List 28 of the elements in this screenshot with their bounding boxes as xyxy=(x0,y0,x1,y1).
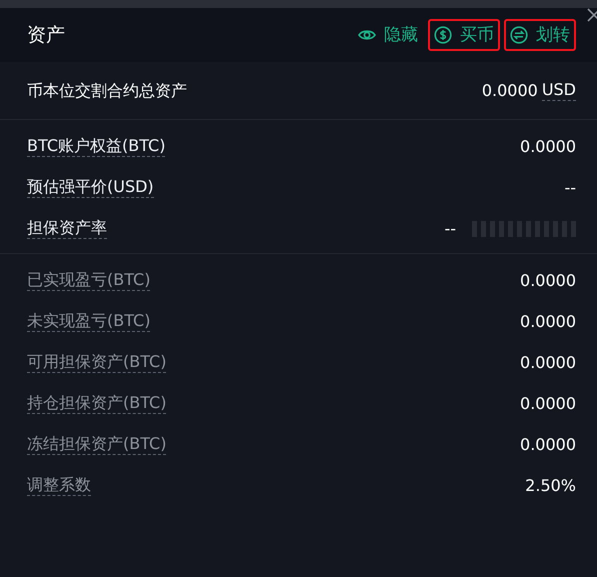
field-value: 0.0000 xyxy=(520,136,576,158)
field-label: BTC账户权益(BTC) xyxy=(27,136,166,158)
action-link[interactable]: 隐藏 xyxy=(352,18,424,52)
field-value: -- xyxy=(564,176,576,198)
dollar-coin-icon xyxy=(434,26,452,44)
unit-selector[interactable]: USD xyxy=(542,80,576,102)
field-label: 冻结担保资产(BTC) xyxy=(27,434,166,456)
field-label: 可用担保资产(BTC) xyxy=(27,352,166,374)
total-label: 币本位交割合约总资产 xyxy=(27,80,187,102)
field-label: 未实现盈亏(BTC) xyxy=(27,310,150,332)
field-value: 0.0000 xyxy=(520,352,576,374)
field-label: 预估强平价(USD) xyxy=(27,176,154,198)
field-value: 0.0000 xyxy=(520,310,576,332)
field-label: 持仓担保资产(BTC) xyxy=(27,392,166,414)
field-label: 已实现盈亏(BTC) xyxy=(27,270,150,292)
field-value: 0.0000 xyxy=(520,270,576,292)
close-icon[interactable] xyxy=(587,8,597,22)
action-link[interactable]: 买币 xyxy=(428,18,500,52)
field-value: 0.0000 xyxy=(520,434,576,456)
transfer-icon xyxy=(510,26,528,44)
field-value: -- xyxy=(444,218,456,240)
panel-title: 资产 xyxy=(27,22,65,48)
field-label: 担保资产率 xyxy=(27,218,107,240)
action-link[interactable]: 划转 xyxy=(504,18,576,52)
field-value: 0.0000 xyxy=(520,392,576,414)
total-value: 0.0000 xyxy=(482,80,538,102)
field-value: 2.50% xyxy=(525,474,576,496)
field-label: 调整系数 xyxy=(27,474,91,496)
